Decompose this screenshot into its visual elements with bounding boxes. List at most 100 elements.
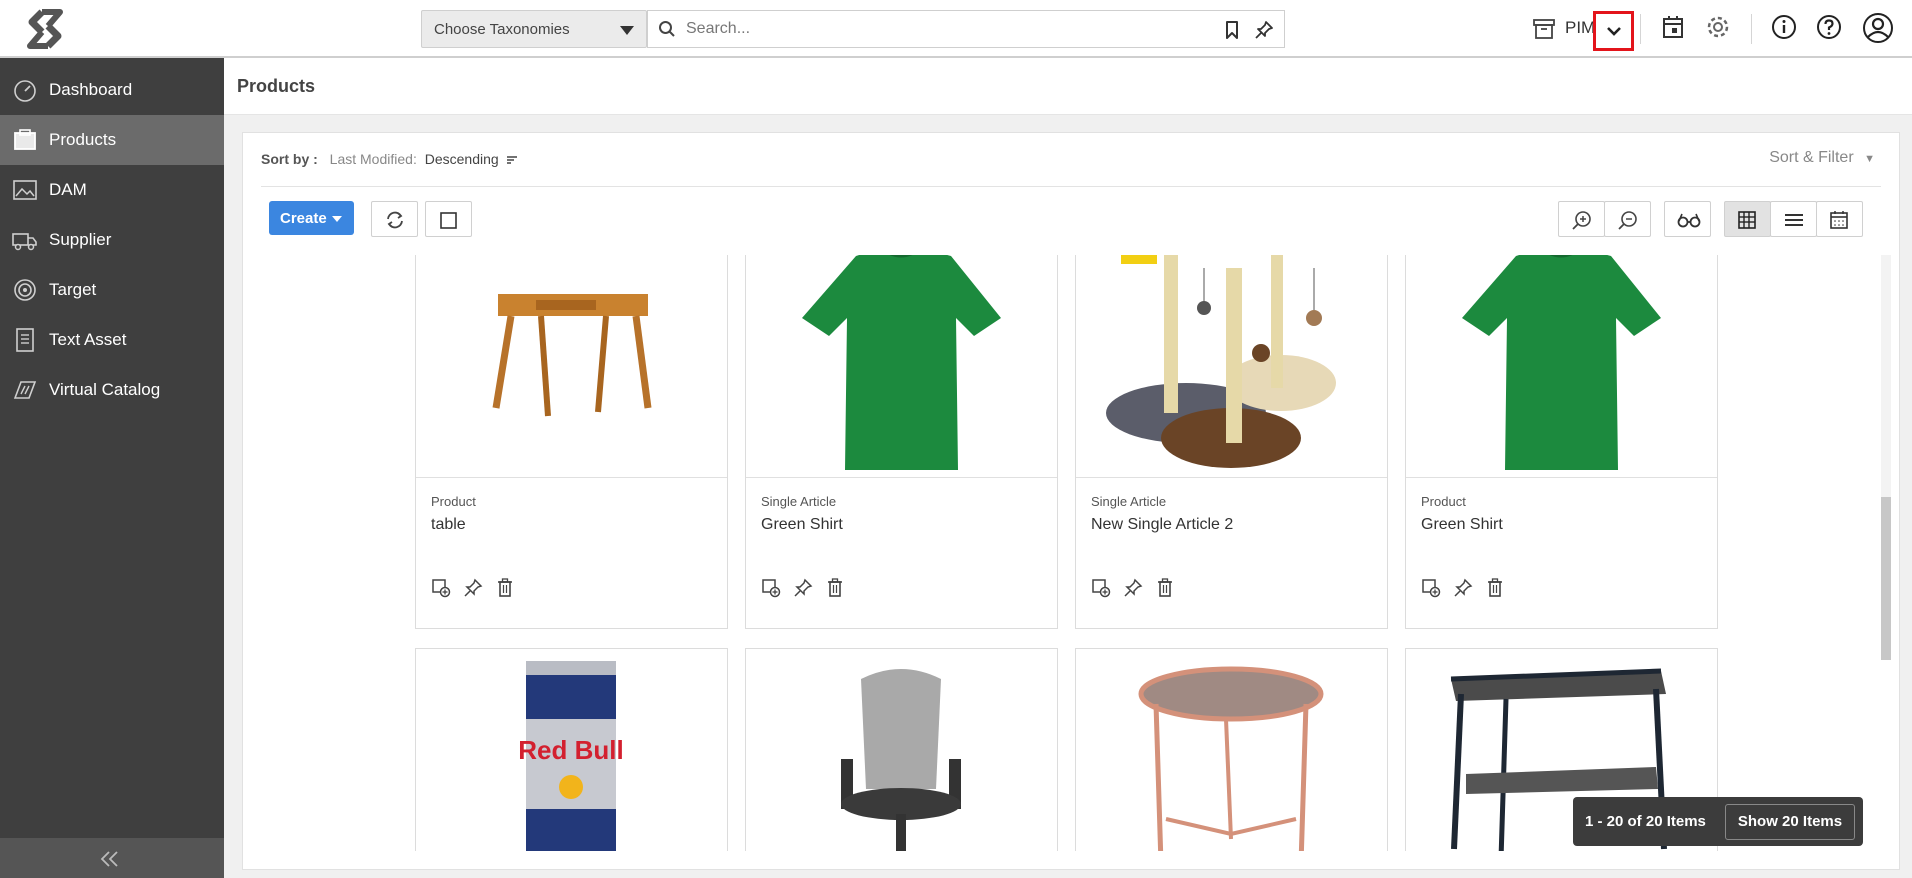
search-input[interactable] — [686, 11, 1206, 47]
caret-down-icon — [620, 26, 634, 35]
pin-icon[interactable] — [1254, 20, 1274, 40]
product-type: Product — [431, 494, 476, 509]
product-name[interactable]: Green Shirt — [761, 516, 843, 534]
add-to-collection-icon[interactable] — [761, 578, 781, 603]
product-card[interactable] — [1075, 648, 1388, 851]
taxonomy-select[interactable]: Choose Taxonomies — [421, 10, 647, 48]
product-card[interactable]: Product table — [415, 255, 728, 629]
chevron-down-icon — [1607, 27, 1621, 36]
product-type: Single Article — [761, 494, 837, 509]
refresh-button[interactable] — [371, 201, 418, 237]
sort-direction[interactable]: Descending — [425, 151, 499, 167]
app-logo[interactable] — [20, 8, 70, 50]
green-shirt-image — [1462, 255, 1661, 470]
trash-icon[interactable] — [1156, 578, 1174, 603]
product-card[interactable]: Single Article New Single Article 2 — [1075, 255, 1388, 629]
bookmark-icon[interactable] — [1224, 20, 1240, 40]
sidebar-item-dashboard[interactable]: Dashboard — [0, 65, 224, 115]
list-view-button[interactable] — [1770, 201, 1817, 237]
page-title: Products — [237, 76, 316, 96]
products-box-icon — [14, 129, 36, 150]
products-panel: Sort by : Last Modified: Descending Sort… — [242, 132, 1900, 870]
show-items-button[interactable]: Show 20 Items — [1725, 804, 1855, 840]
target-icon — [14, 279, 36, 301]
user-avatar-icon[interactable] — [1862, 12, 1894, 44]
product-name[interactable]: Green Shirt — [1421, 516, 1503, 534]
sidebar-item-label: Products — [49, 130, 117, 149]
pin-icon[interactable] — [1453, 578, 1473, 603]
zoom-out-button[interactable] — [1604, 201, 1651, 237]
glasses-icon — [1677, 213, 1701, 228]
sidebar-item-label: Target — [49, 280, 97, 299]
zoom-in-button[interactable] — [1558, 201, 1605, 237]
top-bar: Choose Taxonomies PIM — [0, 0, 1912, 58]
divider — [1640, 14, 1641, 44]
app-switcher-dropdown[interactable] — [1593, 11, 1634, 51]
cat-scratching-post-image — [1106, 255, 1336, 468]
sidebar-item-text-asset[interactable]: Text Asset — [0, 315, 224, 365]
image-icon — [13, 180, 37, 200]
sidebar-item-supplier[interactable]: Supplier — [0, 215, 224, 265]
sort-key: Last Modified: — [329, 151, 417, 167]
sidebar-item-virtual-catalog[interactable]: Virtual Catalog — [0, 365, 224, 415]
calendar-icon — [1830, 211, 1848, 229]
product-type: Single Article — [1091, 494, 1167, 509]
settings-gear-icon[interactable] — [1705, 14, 1731, 40]
product-grid: Product table Single Article Green Shirt — [243, 255, 1883, 851]
pin-icon[interactable] — [793, 578, 813, 603]
grid-view-icon — [1738, 211, 1756, 229]
trash-icon[interactable] — [826, 578, 844, 603]
pin-icon[interactable] — [1123, 578, 1143, 603]
caret-down-icon — [332, 216, 342, 222]
add-to-collection-icon[interactable] — [1421, 578, 1441, 603]
red-bull-can-image: Red Bull — [518, 661, 624, 851]
sidebar-item-label: Virtual Catalog — [49, 380, 161, 399]
product-card[interactable]: Single Article Green Shirt — [745, 255, 1058, 629]
wooden-table-image — [492, 294, 652, 417]
sidebar-item-dam[interactable]: DAM — [0, 165, 224, 215]
sort-lines-icon[interactable] — [505, 154, 519, 166]
sidebar-item-label: Supplier — [49, 230, 112, 249]
rose-gold-side-table-image — [1138, 666, 1324, 851]
double-chevron-left-icon — [100, 851, 118, 867]
trash-icon[interactable] — [496, 578, 514, 603]
product-card[interactable] — [745, 648, 1058, 851]
add-to-collection-icon[interactable] — [431, 578, 451, 603]
grid-view-button[interactable] — [1724, 201, 1771, 237]
show-items-label: Show 20 Items — [1737, 813, 1843, 830]
sidebar-item-products[interactable]: Products — [0, 115, 224, 165]
page-header: Products — [224, 58, 1912, 115]
product-image — [1076, 649, 1387, 851]
help-icon[interactable] — [1816, 14, 1842, 40]
sidebar-item-label: Dashboard — [49, 80, 133, 99]
calendar-box-icon[interactable] — [1661, 14, 1685, 40]
product-image — [746, 255, 1057, 478]
calendar-view-button[interactable] — [1816, 201, 1863, 237]
create-button[interactable]: Create — [269, 201, 354, 235]
product-name[interactable]: New Single Article 2 — [1091, 516, 1233, 534]
sidebar-item-label: DAM — [49, 180, 87, 199]
trash-icon[interactable] — [1486, 578, 1504, 603]
sidebar-collapse-button[interactable] — [0, 838, 224, 878]
divider — [261, 186, 1881, 187]
sidebar-item-target[interactable]: Target — [0, 265, 224, 315]
archive-icon[interactable] — [1532, 17, 1556, 41]
product-card[interactable]: Red Bull — [415, 648, 728, 851]
sort-filter-label: Sort & Filter — [1769, 149, 1854, 166]
document-icon — [16, 328, 34, 352]
pin-icon[interactable] — [463, 578, 483, 603]
truck-icon — [12, 233, 37, 251]
sort-bar[interactable]: Sort by : Last Modified: Descending — [261, 151, 519, 167]
add-to-collection-icon[interactable] — [1091, 578, 1111, 603]
product-type: Product — [1421, 494, 1466, 509]
preview-glasses-button[interactable] — [1664, 201, 1711, 237]
select-all-checkbox[interactable] — [425, 201, 472, 237]
product-image: Red Bull — [416, 649, 727, 851]
product-name[interactable]: table — [431, 516, 466, 534]
info-icon[interactable] — [1771, 14, 1797, 40]
product-image — [416, 255, 727, 478]
sort-filter-toggle[interactable]: Sort & Filter ▼ — [1769, 149, 1875, 167]
product-card[interactable]: Product Green Shirt — [1405, 255, 1718, 629]
list-view-icon — [1785, 214, 1803, 226]
scrollbar-thumb[interactable] — [1881, 497, 1891, 660]
